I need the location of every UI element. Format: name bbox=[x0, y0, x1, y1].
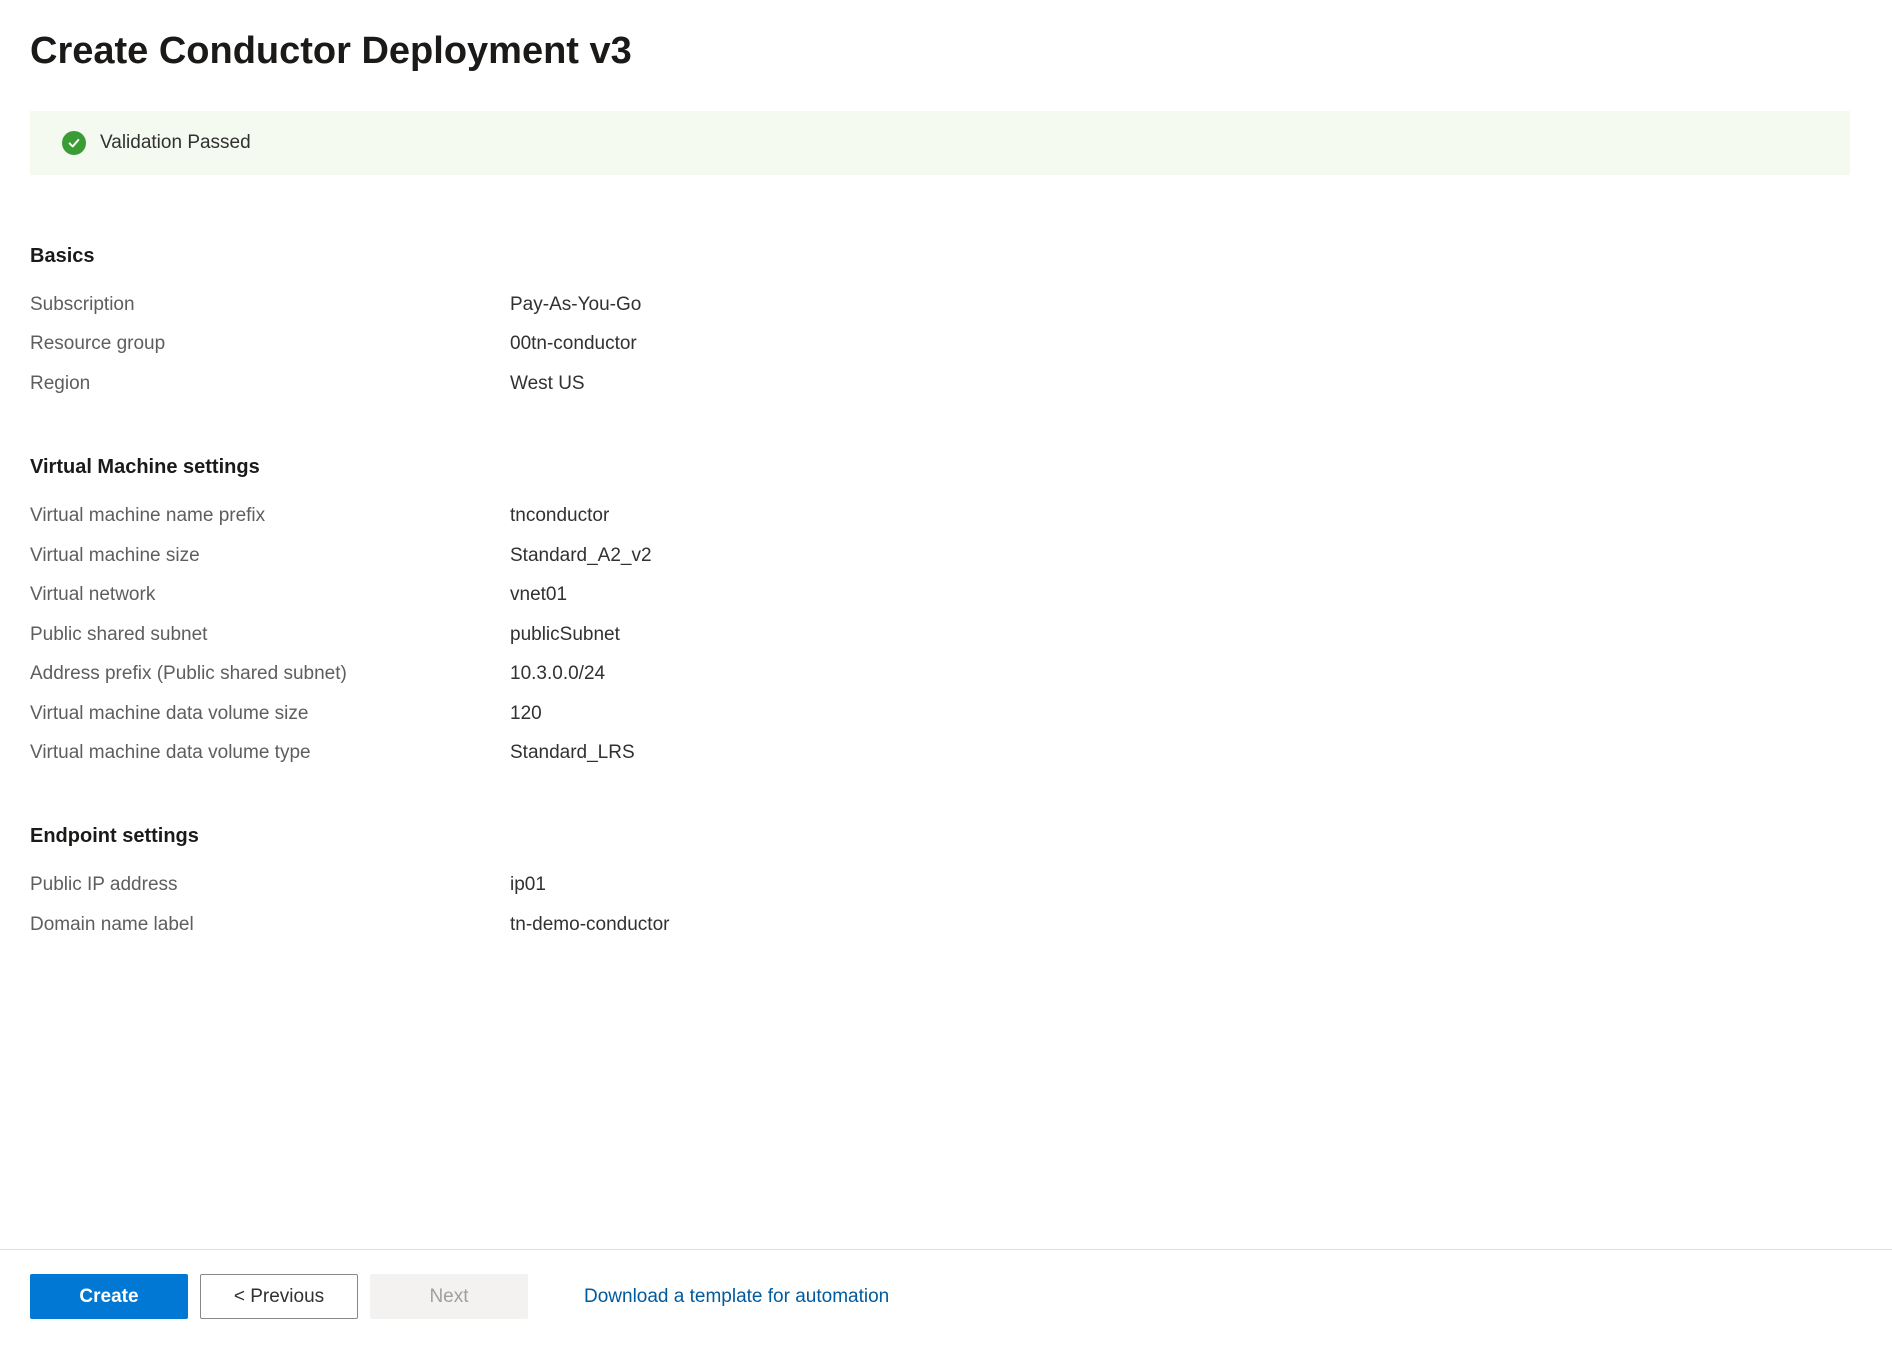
validation-message: Validation Passed bbox=[100, 132, 251, 154]
value-region: West US bbox=[510, 369, 585, 398]
value-vm-name-prefix: tnconductor bbox=[510, 501, 609, 530]
row-public-subnet: Public shared subnet publicSubnet bbox=[30, 620, 1850, 649]
label-vnet: Virtual network bbox=[30, 580, 510, 609]
label-address-prefix: Address prefix (Public shared subnet) bbox=[30, 659, 510, 688]
label-data-volume-size: Virtual machine data volume size bbox=[30, 699, 510, 728]
next-button: Next bbox=[370, 1274, 528, 1319]
section-heading-basics: Basics bbox=[30, 245, 1850, 268]
row-data-volume-size: Virtual machine data volume size 120 bbox=[30, 699, 1850, 728]
download-template-link[interactable]: Download a template for automation bbox=[584, 1286, 889, 1308]
label-public-subnet: Public shared subnet bbox=[30, 620, 510, 649]
label-resource-group: Resource group bbox=[30, 329, 510, 358]
row-public-ip: Public IP address ip01 bbox=[30, 870, 1850, 899]
section-vm-settings: Virtual Machine settings Virtual machine… bbox=[30, 456, 1850, 767]
previous-button[interactable]: < Previous bbox=[200, 1274, 358, 1319]
value-resource-group: 00tn-conductor bbox=[510, 329, 637, 358]
row-resource-group: Resource group 00tn-conductor bbox=[30, 329, 1850, 358]
value-public-ip: ip01 bbox=[510, 870, 546, 899]
label-region: Region bbox=[30, 369, 510, 398]
row-region: Region West US bbox=[30, 369, 1850, 398]
value-public-subnet: publicSubnet bbox=[510, 620, 620, 649]
section-heading-endpoint: Endpoint settings bbox=[30, 825, 1850, 848]
row-vnet: Virtual network vnet01 bbox=[30, 580, 1850, 609]
row-data-volume-type: Virtual machine data volume type Standar… bbox=[30, 738, 1850, 767]
check-circle-icon bbox=[62, 131, 86, 155]
value-data-volume-size: 120 bbox=[510, 699, 542, 728]
footer-action-bar: Create < Previous Next Download a templa… bbox=[0, 1249, 1892, 1349]
row-domain-label: Domain name label tn-demo-conductor bbox=[30, 910, 1850, 939]
row-vm-name-prefix: Virtual machine name prefix tnconductor bbox=[30, 501, 1850, 530]
label-vm-size: Virtual machine size bbox=[30, 541, 510, 570]
section-heading-vm: Virtual Machine settings bbox=[30, 456, 1850, 479]
value-address-prefix: 10.3.0.0/24 bbox=[510, 659, 605, 688]
label-subscription: Subscription bbox=[30, 290, 510, 319]
page-title: Create Conductor Deployment v3 bbox=[30, 30, 1850, 73]
validation-banner: Validation Passed bbox=[30, 111, 1850, 175]
row-address-prefix: Address prefix (Public shared subnet) 10… bbox=[30, 659, 1850, 688]
label-domain-label: Domain name label bbox=[30, 910, 510, 939]
label-vm-name-prefix: Virtual machine name prefix bbox=[30, 501, 510, 530]
section-basics: Basics Subscription Pay-As-You-Go Resour… bbox=[30, 245, 1850, 398]
value-domain-label: tn-demo-conductor bbox=[510, 910, 669, 939]
value-vnet: vnet01 bbox=[510, 580, 567, 609]
value-vm-size: Standard_A2_v2 bbox=[510, 541, 652, 570]
label-data-volume-type: Virtual machine data volume type bbox=[30, 738, 510, 767]
row-vm-size: Virtual machine size Standard_A2_v2 bbox=[30, 541, 1850, 570]
section-endpoint-settings: Endpoint settings Public IP address ip01… bbox=[30, 825, 1850, 939]
row-subscription: Subscription Pay-As-You-Go bbox=[30, 290, 1850, 319]
create-button[interactable]: Create bbox=[30, 1274, 188, 1319]
value-data-volume-type: Standard_LRS bbox=[510, 738, 635, 767]
label-public-ip: Public IP address bbox=[30, 870, 510, 899]
value-subscription: Pay-As-You-Go bbox=[510, 290, 641, 319]
